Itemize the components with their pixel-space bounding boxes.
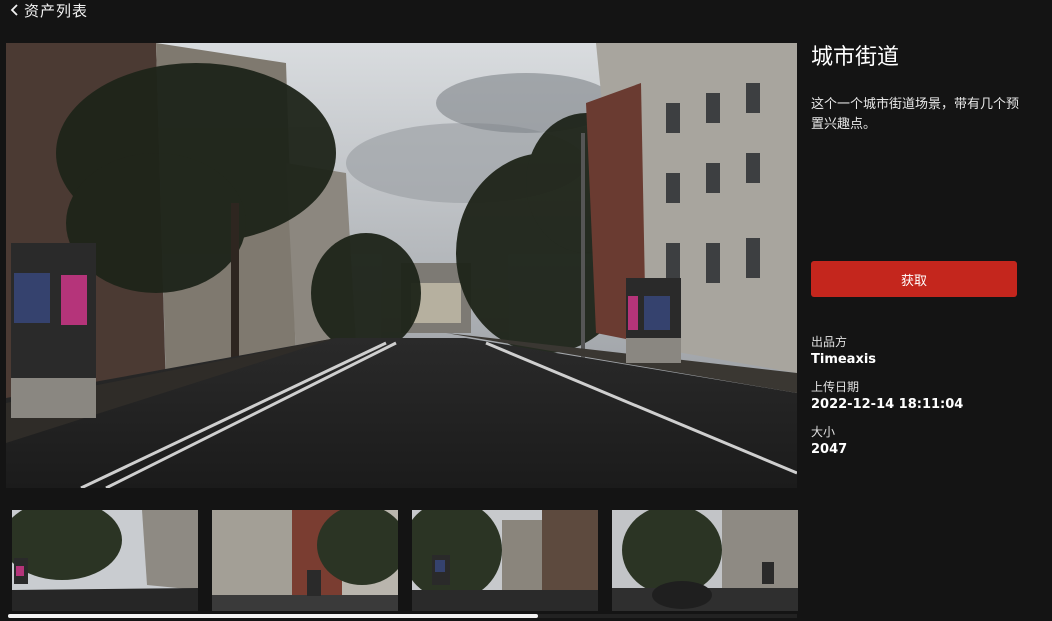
meta-value: Timeaxis <box>811 352 877 367</box>
asset-meta: 出品方 Timeaxis 上传日期 2022-12-14 18:11:04 大小… <box>811 333 1017 468</box>
meta-label: 大小 <box>811 425 836 439</box>
thumbnail-3[interactable] <box>412 510 598 611</box>
scrollbar-thumb[interactable] <box>8 614 538 618</box>
thumbnail-4[interactable] <box>612 510 798 611</box>
meta-value: 2022-12-14 18:11:04 <box>811 397 964 412</box>
asset-description: 这个一个城市街道场景，带有几个预置兴趣点。 <box>811 97 1020 132</box>
meta-publisher: 出品方 Timeaxis <box>811 333 1017 378</box>
hero-image <box>6 43 797 488</box>
meta-size: 大小 2047 <box>811 423 1017 468</box>
top-bar: 资产列表 <box>0 0 1052 40</box>
get-button[interactable]: 获取 <box>811 261 1017 297</box>
asset-detail-panel: 城市街道 这个一个城市街道场景，带有几个预置兴趣点。 获取 出品方 Timeax… <box>811 43 1021 457</box>
meta-upload-date: 上传日期 2022-12-14 18:11:04 <box>811 378 1017 423</box>
meta-label: 上传日期 <box>811 380 860 394</box>
meta-label: 出品方 <box>811 335 848 349</box>
asset-title: 城市街道 <box>811 45 900 70</box>
chevron-left-icon <box>10 3 20 17</box>
back-button[interactable]: 资产列表 <box>10 0 88 20</box>
thumbnail-1[interactable] <box>12 510 198 611</box>
thumbnail-scrollbar[interactable] <box>8 614 797 618</box>
thumbnail-2[interactable] <box>212 510 398 611</box>
thumbnail-strip <box>12 510 798 611</box>
meta-value: 2047 <box>811 442 848 457</box>
back-label: 资产列表 <box>24 1 89 20</box>
